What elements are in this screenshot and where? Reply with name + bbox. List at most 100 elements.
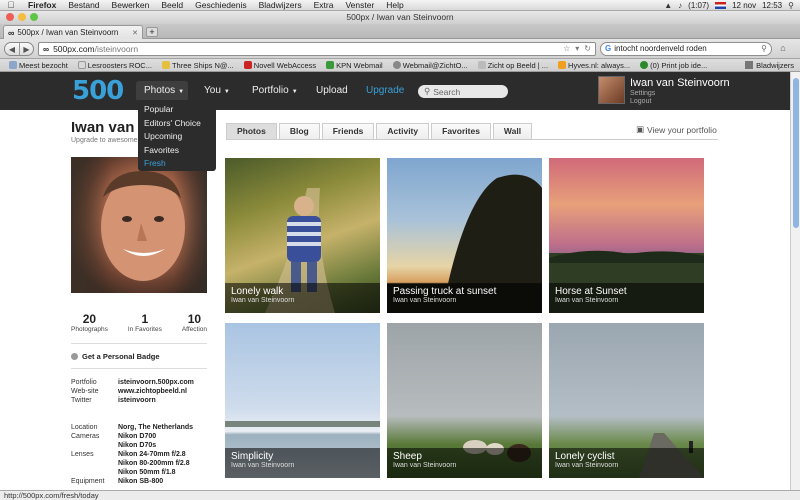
spotlight-icon[interactable]: ⚲ xyxy=(788,1,794,10)
photo-author[interactable]: Iwan van Steinvoorn xyxy=(231,297,374,304)
url-dropdown-icon[interactable]: ▾ xyxy=(575,44,579,53)
bookmarks-menu[interactable]: Bladwijzers xyxy=(745,61,800,70)
view-portfolio-link[interactable]: ▣ View your portfolio xyxy=(636,124,717,135)
forward-icon[interactable]: ▶ xyxy=(19,42,33,55)
bookmark-item[interactable]: (0) Print job ide... xyxy=(635,61,712,70)
dropdown-item-favorites[interactable]: Favorites xyxy=(138,144,216,158)
photo-tile[interactable]: Simplicity Iwan van Steinvoorn xyxy=(225,323,380,478)
infinity-favicon-icon: ∞ xyxy=(8,27,15,38)
menu-bestand[interactable]: Bestand xyxy=(62,0,105,10)
bookmark-item[interactable]: Hyves.nl: always... xyxy=(553,61,635,70)
site-identity-icon[interactable]: ∞ xyxy=(43,44,49,54)
page-scrollbar[interactable] xyxy=(790,72,800,490)
menu-bladwijzers[interactable]: Bladwijzers xyxy=(253,0,308,10)
photo-tile[interactable]: Passing truck at sunset Iwan van Steinvoo… xyxy=(387,158,542,313)
nav-photos[interactable]: Photos ▼ xyxy=(136,81,188,101)
dropdown-item-popular[interactable]: Popular xyxy=(138,103,216,117)
personal-badge-link[interactable]: Get a Personal Badge xyxy=(71,352,160,361)
dropdown-item-upcoming[interactable]: Upcoming xyxy=(138,130,216,144)
history-buttons: ◀ ▶ xyxy=(4,41,34,56)
url-bar[interactable]: ∞ 500px.com/isteinvoorn ☆ ▾ ↻ xyxy=(38,41,596,56)
site-search-input[interactable]: ⚲ Search xyxy=(418,85,508,98)
volume-icon[interactable]: ♪ xyxy=(678,1,682,10)
bookmark-item[interactable]: Zicht op Beeld | ... xyxy=(473,61,553,70)
stat-favorites[interactable]: 1 In Favorites xyxy=(128,312,162,333)
tab-blog[interactable]: Blog xyxy=(278,123,320,139)
stat-affection[interactable]: 10 Affection xyxy=(182,312,207,333)
bookmark-item[interactable]: Webmail@ZichtO... xyxy=(388,61,473,70)
flag-icon[interactable] xyxy=(715,1,727,9)
twitter-link[interactable]: isteinvoorn xyxy=(118,397,156,404)
upgrade-link[interactable]: Upgrade to awesome xyxy=(71,137,138,144)
nav-upload[interactable]: Upload xyxy=(316,85,348,96)
home-icon[interactable]: ⌂ xyxy=(776,42,790,56)
tab-friends[interactable]: Friends xyxy=(321,123,375,139)
photo-tile[interactable]: Lonely cyclist Iwan van Steinvoorn xyxy=(549,323,704,478)
photo-author[interactable]: Iwan van Steinvoorn xyxy=(231,462,374,469)
chevron-down-icon: ▼ xyxy=(178,89,185,95)
photo-title[interactable]: Passing truck at sunset xyxy=(393,286,536,297)
avatar[interactable] xyxy=(598,76,625,104)
portfolio-link[interactable]: isteinvoorn.500px.com xyxy=(118,379,194,386)
menu-bewerken[interactable]: Bewerken xyxy=(106,0,156,10)
photo-title[interactable]: Lonely cyclist xyxy=(555,451,698,462)
photo-tile[interactable]: Sheep Iwan van Steinvoorn xyxy=(387,323,542,478)
menu-venster[interactable]: Venster xyxy=(339,0,380,10)
tab-favorites[interactable]: Favorites xyxy=(431,123,491,139)
date-display: 12 nov xyxy=(732,0,757,10)
search-bar[interactable]: G intocht noordenveld roden ⚲ xyxy=(600,41,772,56)
photo-tile[interactable]: Horse at Sunset Iwan van Steinvoorn xyxy=(549,158,704,313)
website-link[interactable]: www.zichtopbeeld.nl xyxy=(118,388,187,395)
bookmark-item[interactable]: Three Ships N@... xyxy=(157,61,239,70)
photo-tile[interactable]: Lonely walk Iwan van Steinvoorn xyxy=(225,158,380,313)
photo-author[interactable]: Iwan van Steinvoorn xyxy=(393,297,536,304)
tab-close-icon[interactable]: ✕ xyxy=(132,29,138,37)
battery-indicator[interactable]: (1:07) xyxy=(688,1,709,10)
nav-portfolio[interactable]: Portfolio ▼ xyxy=(252,85,298,96)
reload-icon[interactable]: ↻ xyxy=(584,44,591,53)
photo-author[interactable]: Iwan van Steinvoorn xyxy=(555,297,698,304)
zoom-window-button[interactable] xyxy=(30,13,38,21)
tab-activity[interactable]: Activity xyxy=(376,123,430,139)
close-window-button[interactable] xyxy=(6,13,14,21)
tab-photos[interactable]: Photos xyxy=(226,123,277,139)
clock[interactable]: 12:53 xyxy=(762,1,782,10)
bookmark-item[interactable]: Novell WebAccess xyxy=(239,61,321,70)
dropdown-item-editors-choice[interactable]: Editors' Choice xyxy=(138,117,216,131)
photo-author[interactable]: Iwan van Steinvoorn xyxy=(555,462,698,469)
menu-geschiedenis[interactable]: Geschiedenis xyxy=(189,0,253,10)
tab-strip: ∞ 500px / Iwan van Steinvoorn ✕ + xyxy=(0,24,800,39)
browser-tab[interactable]: ∞ 500px / Iwan van Steinvoorn ✕ xyxy=(3,25,143,39)
tab-wall[interactable]: Wall xyxy=(492,123,533,139)
menu-extra[interactable]: Extra xyxy=(308,0,340,10)
bookmark-item[interactable]: Lesroosters ROC... xyxy=(73,61,157,70)
apple-icon[interactable]:  xyxy=(0,0,22,10)
bookmark-item[interactable]: Meest bezocht xyxy=(4,61,73,70)
site-logo[interactable]: 500 xyxy=(72,76,124,106)
wifi-icon[interactable]: ▲ xyxy=(664,1,672,10)
dropdown-item-fresh[interactable]: Fresh xyxy=(138,157,216,171)
photo-title[interactable]: Lonely walk xyxy=(231,286,374,297)
settings-link[interactable]: Settings xyxy=(630,90,655,98)
google-icon[interactable]: G xyxy=(605,44,611,53)
menu-app[interactable]: Firefox xyxy=(22,0,62,10)
header-user-name[interactable]: Iwan van Steinvoorn xyxy=(630,77,730,89)
menu-help[interactable]: Help xyxy=(380,0,409,10)
back-icon[interactable]: ◀ xyxy=(5,43,19,55)
photo-author[interactable]: Iwan van Steinvoorn xyxy=(393,462,536,469)
scrollbar-thumb[interactable] xyxy=(793,78,799,228)
photo-title[interactable]: Horse at Sunset xyxy=(555,286,698,297)
stat-photographs[interactable]: 20 Photographs xyxy=(71,312,108,333)
logout-link[interactable]: Logout xyxy=(630,98,655,106)
photo-title[interactable]: Sheep xyxy=(393,451,536,462)
menu-beeld[interactable]: Beeld xyxy=(155,0,189,10)
nav-upgrade[interactable]: Upgrade xyxy=(366,85,404,96)
new-tab-button[interactable]: + xyxy=(146,27,158,37)
bookmark-page-icon xyxy=(77,61,86,69)
bookmark-item[interactable]: KPN Webmail xyxy=(321,61,388,70)
photo-title[interactable]: Simplicity xyxy=(231,451,374,462)
bookmark-star-icon[interactable]: ☆ xyxy=(563,44,570,53)
minimize-window-button[interactable] xyxy=(18,13,26,21)
search-icon[interactable]: ⚲ xyxy=(761,44,767,53)
nav-you[interactable]: You ▼ xyxy=(204,85,230,96)
